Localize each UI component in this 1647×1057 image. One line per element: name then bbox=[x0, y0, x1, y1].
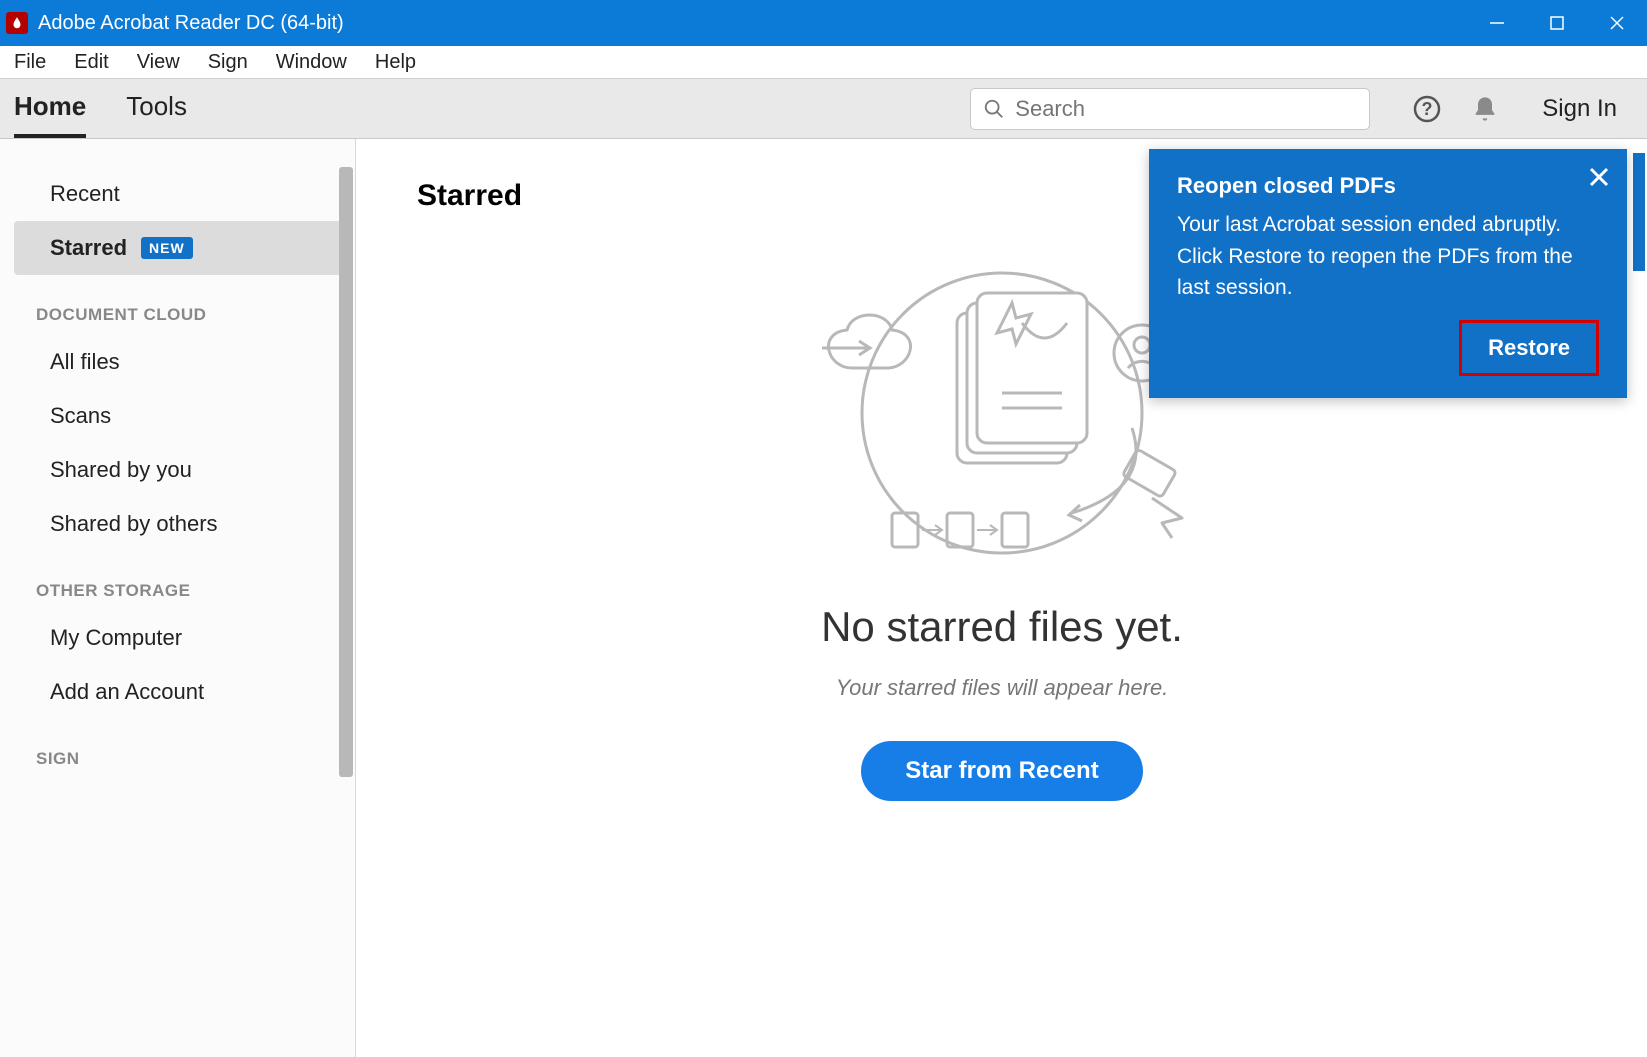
new-badge: NEW bbox=[141, 237, 193, 259]
sidebar-header-other: OTHER STORAGE bbox=[0, 551, 355, 611]
title-bar: Adobe Acrobat Reader DC (64-bit) bbox=[0, 0, 1647, 46]
main-content: Starred No starred files yet. Your starr bbox=[356, 139, 1647, 1057]
sidebar: Recent Starred NEW DOCUMENT CLOUD All fi… bbox=[0, 139, 356, 1057]
tab-tools[interactable]: Tools bbox=[126, 79, 187, 138]
tab-home[interactable]: Home bbox=[14, 79, 86, 138]
sidebar-item-starred[interactable]: Starred NEW bbox=[14, 221, 341, 275]
sidebar-item-my-computer[interactable]: My Computer bbox=[14, 611, 341, 665]
menu-edit[interactable]: Edit bbox=[62, 47, 120, 78]
reopen-popup: Reopen closed PDFs Your last Acrobat ses… bbox=[1149, 149, 1627, 398]
popup-text: Your last Acrobat session ended abruptly… bbox=[1177, 209, 1599, 304]
help-icon[interactable]: ? bbox=[1412, 94, 1442, 124]
sidebar-header-sign: SIGN bbox=[0, 719, 355, 779]
sidebar-item-label: Scans bbox=[50, 403, 111, 429]
empty-state-subtitle: Your starred files will appear here. bbox=[417, 675, 1587, 701]
sidebar-item-label: Starred bbox=[50, 235, 127, 261]
star-from-recent-button[interactable]: Star from Recent bbox=[861, 741, 1142, 801]
sidebar-item-all-files[interactable]: All files bbox=[14, 335, 341, 389]
search-input[interactable] bbox=[1015, 96, 1357, 122]
restore-button[interactable]: Restore bbox=[1459, 320, 1599, 376]
svg-text:?: ? bbox=[1422, 99, 1433, 119]
acrobat-logo-icon bbox=[6, 12, 28, 34]
search-icon bbox=[983, 98, 1005, 120]
empty-state-title: No starred files yet. bbox=[417, 603, 1587, 651]
minimize-button[interactable] bbox=[1467, 0, 1527, 46]
maximize-button[interactable] bbox=[1527, 0, 1587, 46]
menu-window[interactable]: Window bbox=[264, 47, 359, 78]
toolbar: Home Tools ? Sign In bbox=[0, 79, 1647, 139]
menu-bar: File Edit View Sign Window Help bbox=[0, 46, 1647, 79]
menu-view[interactable]: View bbox=[125, 47, 192, 78]
sidebar-item-label: Add an Account bbox=[50, 679, 204, 705]
window-title: Adobe Acrobat Reader DC (64-bit) bbox=[38, 12, 344, 35]
close-button[interactable] bbox=[1587, 0, 1647, 46]
main-scrollbar[interactable] bbox=[1633, 153, 1645, 271]
sidebar-item-add-account[interactable]: Add an Account bbox=[14, 665, 341, 719]
sidebar-item-shared-by-others[interactable]: Shared by others bbox=[14, 497, 341, 551]
sidebar-item-label: Shared by you bbox=[50, 457, 192, 483]
close-icon[interactable] bbox=[1589, 167, 1609, 187]
sidebar-item-recent[interactable]: Recent bbox=[14, 167, 341, 221]
sidebar-item-scans[interactable]: Scans bbox=[14, 389, 341, 443]
sidebar-item-shared-by-you[interactable]: Shared by you bbox=[14, 443, 341, 497]
menu-sign[interactable]: Sign bbox=[196, 47, 260, 78]
sidebar-item-label: Shared by others bbox=[50, 511, 218, 537]
menu-file[interactable]: File bbox=[2, 47, 58, 78]
sidebar-item-label: My Computer bbox=[50, 625, 182, 651]
menu-help[interactable]: Help bbox=[363, 47, 428, 78]
search-box[interactable] bbox=[970, 88, 1370, 130]
sidebar-item-label: All files bbox=[50, 349, 120, 375]
popup-title: Reopen closed PDFs bbox=[1177, 173, 1599, 199]
sidebar-scrollbar[interactable] bbox=[339, 167, 353, 777]
bell-icon[interactable] bbox=[1470, 94, 1500, 124]
sign-in-button[interactable]: Sign In bbox=[1542, 95, 1617, 123]
sidebar-item-label: Recent bbox=[50, 181, 120, 207]
sidebar-header-cloud: DOCUMENT CLOUD bbox=[0, 275, 355, 335]
